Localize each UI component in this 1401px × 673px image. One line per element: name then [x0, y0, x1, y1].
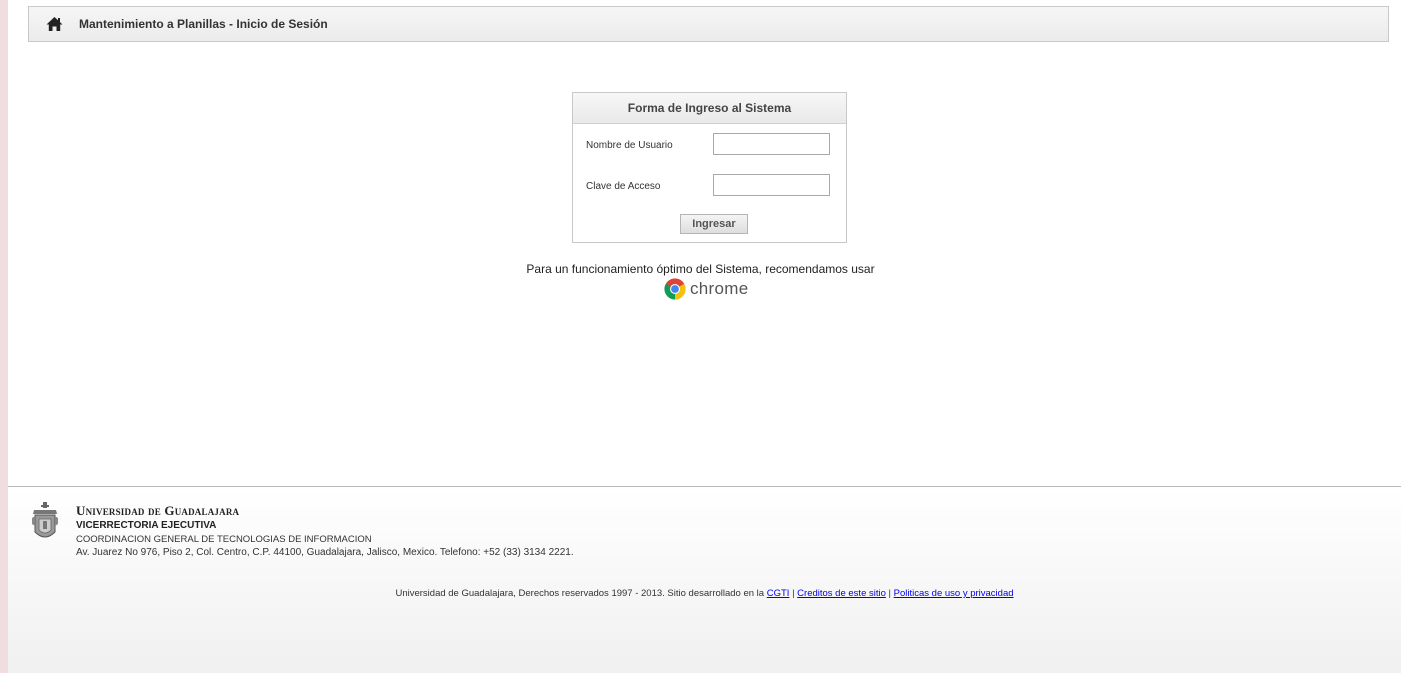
vice-rectory: VICERRECTORIA EJECUTIVA	[76, 520, 217, 531]
header-bar: Mantenimiento a Planillas - Inicio de Se…	[28, 6, 1389, 42]
copyright-text: Universidad de Guadalajara, Derechos res…	[395, 588, 765, 599]
credits-link[interactable]: Creditos de este sitio	[797, 588, 886, 599]
footer: Universidad de Guadalajara VICERRECTORIA…	[8, 486, 1401, 673]
login-form-title: Forma de Ingreso al Sistema	[573, 93, 846, 124]
copyright-line: Universidad de Guadalajara, Derechos res…	[8, 588, 1401, 599]
chrome-logo-icon	[664, 278, 686, 300]
university-name: Universidad de Guadalajara	[76, 503, 240, 518]
chrome-label: chrome	[690, 279, 749, 298]
page-title: Mantenimiento a Planillas - Inicio de Se…	[79, 17, 328, 31]
login-form: Forma de Ingreso al Sistema Nombre de Us…	[572, 92, 847, 243]
username-label: Nombre de Usuario	[586, 140, 673, 151]
chrome-badge: chrome	[664, 278, 749, 300]
cgti-link[interactable]: CGTI	[767, 588, 790, 599]
privacy-policy-link[interactable]: Politicas de uso y privacidad	[894, 588, 1014, 599]
link-separator: |	[792, 588, 795, 599]
home-icon[interactable]	[46, 16, 63, 32]
coordination-name: COORDINACION GENERAL DE TECNOLOGIAS DE I…	[76, 534, 372, 545]
university-seal-icon	[30, 502, 60, 544]
password-label: Clave de Acceso	[586, 181, 661, 192]
page: Mantenimiento a Planillas - Inicio de Se…	[8, 0, 1401, 673]
browser-recommendation: Para un funcionamiento óptimo del Sistem…	[526, 262, 875, 276]
address: Av. Juarez No 976, Piso 2, Col. Centro, …	[76, 547, 574, 558]
login-button[interactable]: Ingresar	[680, 214, 748, 234]
password-input[interactable]	[713, 174, 830, 196]
link-separator: |	[888, 588, 891, 599]
username-input[interactable]	[713, 133, 830, 155]
